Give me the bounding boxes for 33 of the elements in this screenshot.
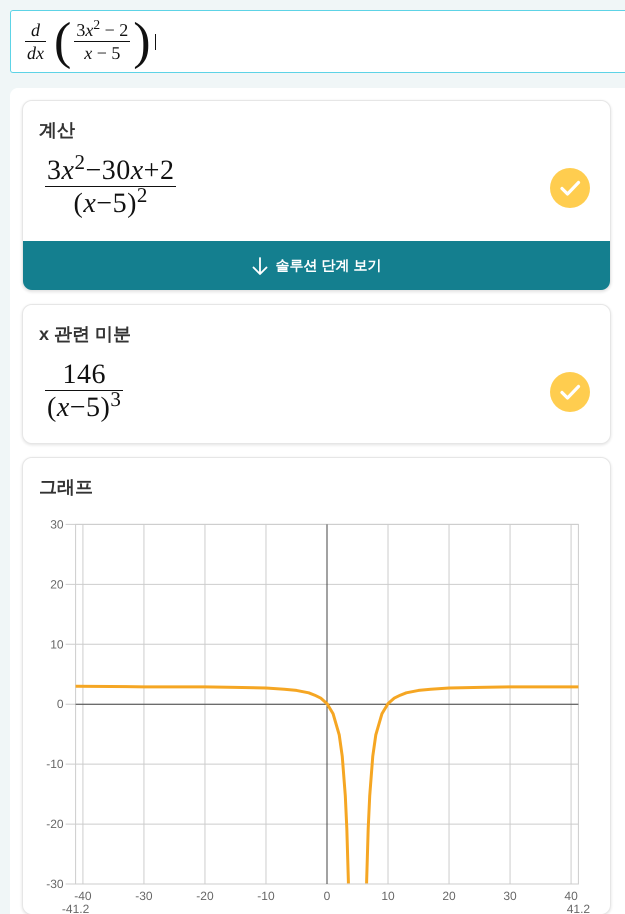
range-end-label: 41.2 xyxy=(566,902,590,914)
x-tick-label: -30 xyxy=(135,889,153,903)
x-tick-label: -10 xyxy=(257,889,275,903)
fraction-numerator: 3x$^{2}$ − 2 xyxy=(75,19,130,41)
card-title: 그래프 xyxy=(39,476,94,499)
fraction-numerator: d xyxy=(30,19,41,41)
y-tick-label: -10 xyxy=(46,757,64,772)
solution-steps-button[interactable]: 솔루션 단계 보기 xyxy=(23,241,610,290)
fraction-numerator: 146 xyxy=(61,359,107,390)
y-tick-label: -30 xyxy=(46,877,64,891)
x-tick-label: 10 xyxy=(381,889,395,903)
x-tick-label: 30 xyxy=(503,889,517,903)
fraction-denominator: dx xyxy=(26,42,45,64)
x-tick-label: 20 xyxy=(442,889,456,903)
x-tick-label: 0 xyxy=(324,889,330,903)
card-title: 계산 xyxy=(39,119,76,142)
fraction-denominator: (x−5)$^{3}$ xyxy=(46,391,122,425)
y-tick-label: -20 xyxy=(46,817,64,832)
y-tick-label: 20 xyxy=(50,577,64,592)
down-arrow-icon xyxy=(252,256,268,274)
x-tick-label: 40 xyxy=(564,889,578,903)
y-tick-label: 0 xyxy=(56,697,64,712)
right-parenthesis: ) xyxy=(133,12,151,70)
y-tick-label: 10 xyxy=(50,637,64,652)
range-end-label: -41.2 xyxy=(62,902,90,914)
y-tick-label: 30 xyxy=(50,517,64,532)
fraction-denominator: x − 5 xyxy=(83,42,122,64)
x-tick-label: -40 xyxy=(74,889,92,903)
card-title: x 관련 미분 xyxy=(39,323,132,346)
fraction-numerator: 3x$^{2}$−30x+2 xyxy=(46,155,176,186)
fraction-denominator: (x−5)$^{2}$ xyxy=(72,187,149,221)
left-parenthesis: ( xyxy=(54,12,72,70)
x-tick-label: -20 xyxy=(196,889,214,903)
